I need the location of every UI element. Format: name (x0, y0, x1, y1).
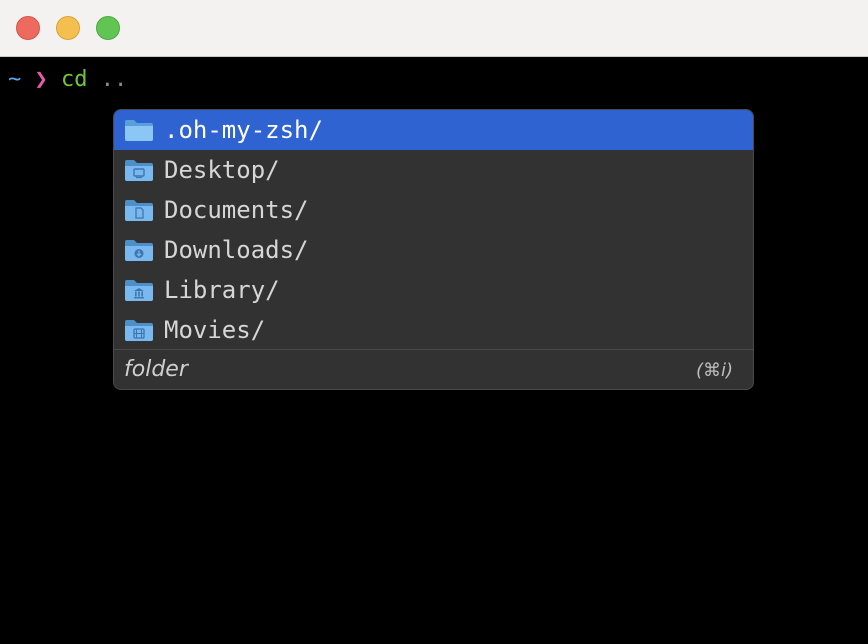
completion-item-label: Downloads/ (164, 236, 309, 264)
minimize-window-button[interactable] (56, 16, 80, 40)
terminal-window: ~ ❯ cd .. .oh-my-zsh/ Desktop/ Documents… (0, 0, 868, 644)
info-shortcut-hint[interactable]: (⌘i) (696, 357, 733, 385)
completion-item-label: Desktop/ (164, 156, 280, 184)
prompt-arrow: ❯ (34, 67, 48, 92)
completion-item[interactable]: Downloads/ (114, 230, 753, 270)
desktop-folder-icon (125, 160, 153, 181)
command-line[interactable]: ~ ❯ cd .. (8, 66, 127, 94)
command-argument: .. (100, 67, 128, 92)
command-text: cd (61, 67, 88, 92)
prompt-directory: ~ (8, 67, 22, 92)
completion-item[interactable]: Desktop/ (114, 150, 753, 190)
title-bar (0, 0, 868, 57)
completion-item[interactable]: Movies/ (114, 310, 753, 350)
library-folder-icon (125, 280, 153, 301)
downloads-folder-icon (125, 240, 153, 261)
completion-item-label: Library/ (164, 276, 280, 304)
completion-item[interactable]: Library/ (114, 270, 753, 310)
movies-folder-icon (125, 320, 153, 341)
completion-popup: .oh-my-zsh/ Desktop/ Documents/ Download… (113, 109, 754, 390)
zoom-window-button[interactable] (96, 16, 120, 40)
item-type-label: folder (124, 357, 188, 382)
popup-divider (114, 349, 753, 350)
completion-item[interactable]: Documents/ (114, 190, 753, 230)
close-window-button[interactable] (16, 16, 40, 40)
documents-folder-icon (125, 200, 153, 221)
completion-item[interactable]: .oh-my-zsh/ (114, 110, 753, 150)
folder-icon (125, 120, 153, 141)
completion-item-label: .oh-my-zsh/ (164, 116, 323, 144)
completion-item-label: Documents/ (164, 196, 309, 224)
completion-item-label: Movies/ (164, 316, 266, 344)
